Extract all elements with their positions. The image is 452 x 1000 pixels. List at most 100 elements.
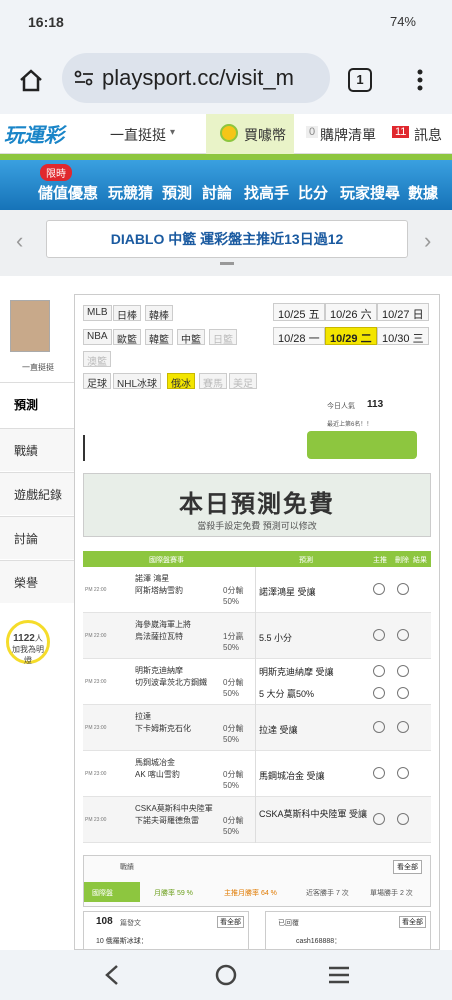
home-nav-icon[interactable]: [214, 963, 238, 987]
row-pct: 50%: [223, 735, 240, 744]
posts-view-all[interactable]: 看全部: [217, 916, 244, 928]
user-menu[interactable]: 一直挺挺: [110, 125, 166, 145]
main-pick-radio[interactable]: [373, 665, 385, 677]
replies-view-all[interactable]: 看全部: [399, 916, 426, 928]
limited-badge: 限時: [40, 164, 72, 181]
league-tag[interactable]: NHL冰球: [113, 373, 162, 390]
android-nav-bar: [0, 950, 452, 1000]
delete-radio[interactable]: [397, 665, 409, 677]
chevron-left-icon[interactable]: ‹: [16, 228, 23, 254]
row-home: 馬鋼城冶金: [135, 758, 175, 767]
site-logo[interactable]: 玩運彩: [4, 119, 64, 148]
league-tag[interactable]: 韓籃: [145, 329, 173, 346]
stat-main-win: 主推月勝率 64 %: [224, 890, 277, 897]
cart-link[interactable]: 購牌清單: [320, 125, 376, 145]
date-tab-selected[interactable]: 10/29 二: [325, 327, 377, 345]
sidebar-item-predict[interactable]: 預測: [0, 382, 74, 425]
sidebar-item-record[interactable]: 戰績: [0, 428, 74, 471]
league-tag[interactable]: MLB: [83, 305, 112, 321]
row-home: CSKA莫斯科中央陸軍: [135, 804, 213, 813]
home-icon[interactable]: [18, 68, 44, 92]
league-tag[interactable]: 日棒: [113, 305, 141, 322]
menu-item-data[interactable]: 數據: [408, 182, 438, 203]
main-pick-radio[interactable]: [373, 583, 385, 595]
messages-link[interactable]: 訊息: [414, 125, 442, 145]
table-row: PM 23:00 CSKA莫斯科中央陸軍 下諾夫哥羅德魚雷 0分輸 50% CS…: [83, 797, 431, 843]
cart-count-badge: 0: [306, 126, 319, 138]
row-odds: 0分輸: [223, 816, 244, 825]
col-event: 國際盤賽事: [149, 557, 184, 564]
league-tag[interactable]: 美足: [229, 373, 257, 390]
recents-icon[interactable]: [328, 965, 350, 985]
free-subtitle: 當殺手設定免費 預測可以修改: [197, 521, 317, 531]
address-bar[interactable]: playsport.cc/visit_m: [62, 53, 330, 103]
row-away: 烏法薩拉瓦特: [135, 632, 183, 641]
col-main: 主推: [373, 557, 387, 564]
profile-name: 一直挺挺: [22, 363, 54, 372]
sidebar-item-forum[interactable]: 討論: [0, 516, 74, 559]
stat-market: 國際盤: [84, 882, 140, 902]
row-pct: 50%: [223, 643, 240, 652]
message-count-badge: 11: [392, 126, 410, 138]
row-home: 諾澤 鴻星: [135, 574, 170, 583]
fans-badge[interactable]: 1122人 加我為明燈: [6, 620, 50, 665]
delete-radio[interactable]: [397, 583, 409, 595]
menu-item-games[interactable]: 玩競猜: [108, 182, 153, 203]
back-icon[interactable]: [104, 964, 120, 986]
league-tag[interactable]: 韓棒: [145, 305, 173, 322]
date-tab[interactable]: 10/27 日: [377, 303, 429, 321]
main-pick-radio[interactable]: [373, 767, 385, 779]
battery-level: 74%: [389, 14, 416, 29]
more-menu-icon[interactable]: [416, 68, 424, 92]
league-tag-selected[interactable]: 俄冰: [167, 373, 195, 390]
league-tag[interactable]: 賽馬: [199, 373, 227, 390]
league-tag[interactable]: 足球: [83, 373, 111, 390]
buy-coin-label: 買噱幣: [244, 127, 286, 143]
main-pick-radio[interactable]: [373, 721, 385, 733]
delete-radio[interactable]: [397, 813, 409, 825]
league-tag[interactable]: 日籃: [209, 329, 237, 346]
announcement-text[interactable]: DIABLO 中籃 運彩盤主推近13日過12: [46, 220, 408, 258]
delete-radio[interactable]: [397, 767, 409, 779]
date-tab[interactable]: 10/30 三: [377, 327, 429, 345]
sidebar-item-honor[interactable]: 榮譽: [0, 560, 74, 603]
menu-item-deposit[interactable]: 儲值優惠: [38, 182, 98, 203]
reply-item[interactable]: cash168888：: [296, 936, 341, 946]
delete-radio[interactable]: [397, 687, 409, 699]
menu-item-predict[interactable]: 預測: [162, 182, 192, 203]
row-time: PM 23:00: [85, 725, 107, 731]
chevron-right-icon[interactable]: ›: [424, 228, 431, 254]
league-tag[interactable]: 歐籃: [113, 329, 141, 346]
date-tab[interactable]: 10/25 五: [273, 303, 325, 321]
date-tab[interactable]: 10/28 一: [273, 327, 325, 345]
main-pick-radio[interactable]: [373, 687, 385, 699]
menu-item-scores[interactable]: 比分: [298, 182, 328, 203]
record-summary: 戰績 看全部 國際盤 月勝率 59 % 主推月勝率 64 % 近客勝手 7 次 …: [83, 855, 431, 907]
buy-coin-button[interactable]: 買噱幣: [206, 114, 294, 154]
menu-item-forum[interactable]: 討論: [202, 182, 232, 203]
date-tab[interactable]: 10/26 六: [325, 303, 377, 321]
tab-switcher-button[interactable]: 1: [348, 68, 372, 92]
post-item[interactable]: 10 俄羅斯冰球：: [96, 936, 148, 946]
delete-radio[interactable]: [397, 629, 409, 641]
row-away: 切列波韋茨北方鋼鐵: [135, 678, 207, 687]
announcement-bar: ‹ DIABLO 中籃 運彩盤主推近13日過12 ›: [0, 210, 452, 276]
main-pick-radio[interactable]: [373, 813, 385, 825]
league-tag[interactable]: NBA: [83, 329, 112, 345]
table-row: PM 23:00 拉達 下卡姆斯克石化 0分輸 50% 拉達 受讓: [83, 705, 431, 751]
league-tag[interactable]: 中籃: [177, 329, 205, 346]
site-settings-icon[interactable]: [74, 69, 94, 87]
row-pct: 50%: [223, 781, 240, 790]
row-odds: 0分輸: [223, 586, 244, 595]
row-pct: 50%: [223, 827, 240, 836]
main-pick-radio[interactable]: [373, 629, 385, 641]
league-tag[interactable]: 澳籃: [83, 351, 111, 368]
delete-radio[interactable]: [397, 721, 409, 733]
menu-item-experts[interactable]: 找高手: [244, 182, 289, 203]
row-pick: 拉達 受讓: [259, 725, 298, 735]
sidebar-item-game-log[interactable]: 遊戲紀錄: [0, 472, 74, 515]
menu-item-player-search[interactable]: 玩家搜尋: [340, 182, 400, 203]
row-home: 海參崴海軍上將: [135, 620, 191, 629]
view-all-button[interactable]: 看全部: [393, 860, 422, 874]
chevron-down-icon: ▾: [170, 127, 176, 138]
